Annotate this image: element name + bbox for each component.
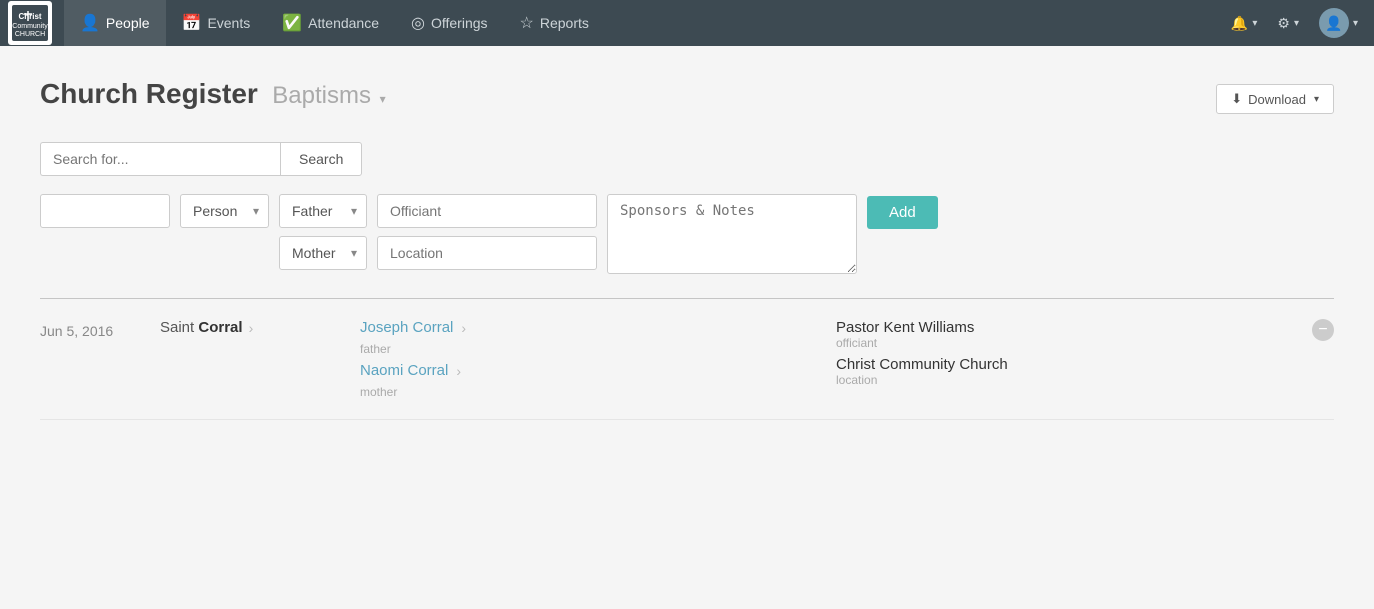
page-header: Church Register Baptisms ▾ ⬇ Download ▾: [40, 78, 1334, 114]
officiant-name: Pastor Kent Williams: [836, 319, 1312, 336]
record-father-item: Joseph Corral ›: [360, 319, 836, 336]
nav-reports[interactable]: ☆ Reports: [504, 0, 605, 46]
remove-button[interactable]: −: [1312, 319, 1334, 341]
nav-people-label: People: [106, 15, 150, 31]
download-label: Download: [1248, 92, 1306, 107]
page-title-main: Church Register: [40, 78, 258, 109]
father-chevron[interactable]: ›: [461, 320, 466, 336]
search-button-label: Search: [299, 151, 343, 167]
table-row: Jun 5, 2016 Saint Corral › Joseph Corral…: [40, 299, 1334, 420]
minus-icon: −: [1318, 322, 1327, 338]
mother-link[interactable]: Naomi Corral: [360, 362, 448, 379]
avatar: 👤: [1319, 8, 1349, 38]
notifications-dropdown-arrow: ▾: [1252, 18, 1257, 29]
nav-offerings-label: Offerings: [431, 15, 488, 31]
officiant-location-column: [377, 194, 597, 270]
star-icon: ☆: [520, 13, 534, 33]
offerings-icon: ◎: [411, 13, 425, 33]
father-label: father: [360, 342, 836, 356]
sponsors-notes-textarea[interactable]: [607, 194, 857, 274]
search-bar: Search: [40, 142, 1334, 176]
settings-dropdown-arrow: ▾: [1294, 18, 1299, 29]
download-icon: ⬇: [1231, 91, 1242, 107]
navbar-right: 🔔 ▾ ⚙ ▾ 👤 ▾: [1223, 0, 1366, 46]
person-select[interactable]: Person: [180, 194, 269, 228]
page-title-sub: Baptisms ▾: [272, 82, 385, 109]
add-button-label: Add: [889, 204, 916, 221]
officiant-input[interactable]: [377, 194, 597, 228]
person-select-wrapper: Person: [180, 194, 269, 228]
location-label: location: [836, 373, 1312, 387]
user-menu[interactable]: 👤 ▾: [1311, 0, 1366, 46]
nav-people[interactable]: 👤 People: [64, 0, 166, 46]
location-input[interactable]: [377, 236, 597, 270]
record-officiant-col: Pastor Kent Williams officiant Christ Co…: [836, 319, 1312, 387]
record-name-chevron[interactable]: ›: [249, 320, 254, 336]
add-form-row: Jun 8, 2016 Person Father Mother: [40, 194, 1334, 274]
settings-button[interactable]: ⚙ ▾: [1269, 0, 1307, 46]
records-list: Jun 5, 2016 Saint Corral › Joseph Corral…: [40, 299, 1334, 420]
notifications-button[interactable]: 🔔 ▾: [1223, 0, 1265, 46]
calendar-icon: 📅: [182, 13, 202, 33]
father-select[interactable]: Father: [279, 194, 367, 228]
nav-attendance[interactable]: ✅ Attendance: [266, 0, 395, 46]
check-icon: ✅: [282, 13, 302, 33]
nav-items: 👤 People 📅 Events ✅ Attendance ◎ Offerin…: [64, 0, 1223, 46]
record-name: Saint Corral: [160, 319, 243, 336]
location-name: Christ Community Church: [836, 356, 1312, 373]
navbar: Christ Community CHURCH 👤 People 📅 Event…: [0, 0, 1374, 46]
page-title: Church Register Baptisms ▾: [40, 78, 386, 110]
download-button[interactable]: ⬇ Download ▾: [1216, 84, 1334, 114]
mother-chevron[interactable]: ›: [456, 363, 461, 379]
main-content: Church Register Baptisms ▾ ⬇ Download ▾ …: [0, 46, 1374, 609]
officiant-label: officiant: [836, 336, 1312, 350]
location-item: Christ Community Church location: [836, 356, 1312, 387]
people-icon: 👤: [80, 13, 100, 33]
svg-text:CHURCH: CHURCH: [15, 31, 45, 38]
record-parents-col: Joseph Corral › father Naomi Corral › mo…: [360, 319, 836, 399]
search-input[interactable]: [40, 142, 280, 176]
mother-label: mother: [360, 385, 836, 399]
nav-events-label: Events: [207, 15, 250, 31]
father-link[interactable]: Joseph Corral: [360, 319, 453, 336]
record-name-col: Saint Corral ›: [160, 319, 360, 336]
father-select-wrapper: Father: [279, 194, 367, 228]
bell-icon: 🔔: [1231, 15, 1248, 32]
mother-select[interactable]: Mother: [279, 236, 367, 270]
user-dropdown-arrow: ▾: [1353, 18, 1358, 29]
record-mother-item: Naomi Corral ›: [360, 362, 836, 379]
record-date: Jun 5, 2016: [40, 319, 160, 339]
add-button[interactable]: Add: [867, 196, 938, 229]
download-dropdown-arrow: ▾: [1314, 94, 1319, 105]
svg-text:Community: Community: [12, 23, 48, 30]
nav-attendance-label: Attendance: [308, 15, 379, 31]
register-type-dropdown-arrow[interactable]: ▾: [380, 92, 386, 106]
search-button[interactable]: Search: [280, 142, 362, 176]
nav-reports-label: Reports: [540, 15, 589, 31]
gear-icon: ⚙: [1277, 15, 1290, 32]
mother-select-wrapper: Mother: [279, 236, 367, 270]
nav-events[interactable]: 📅 Events: [166, 0, 267, 46]
nav-offerings[interactable]: ◎ Offerings: [395, 0, 504, 46]
father-mother-column: Father Mother: [279, 194, 367, 270]
logo[interactable]: Christ Community CHURCH: [8, 1, 52, 45]
date-input[interactable]: Jun 8, 2016: [40, 194, 170, 228]
officiant-item: Pastor Kent Williams officiant: [836, 319, 1312, 350]
